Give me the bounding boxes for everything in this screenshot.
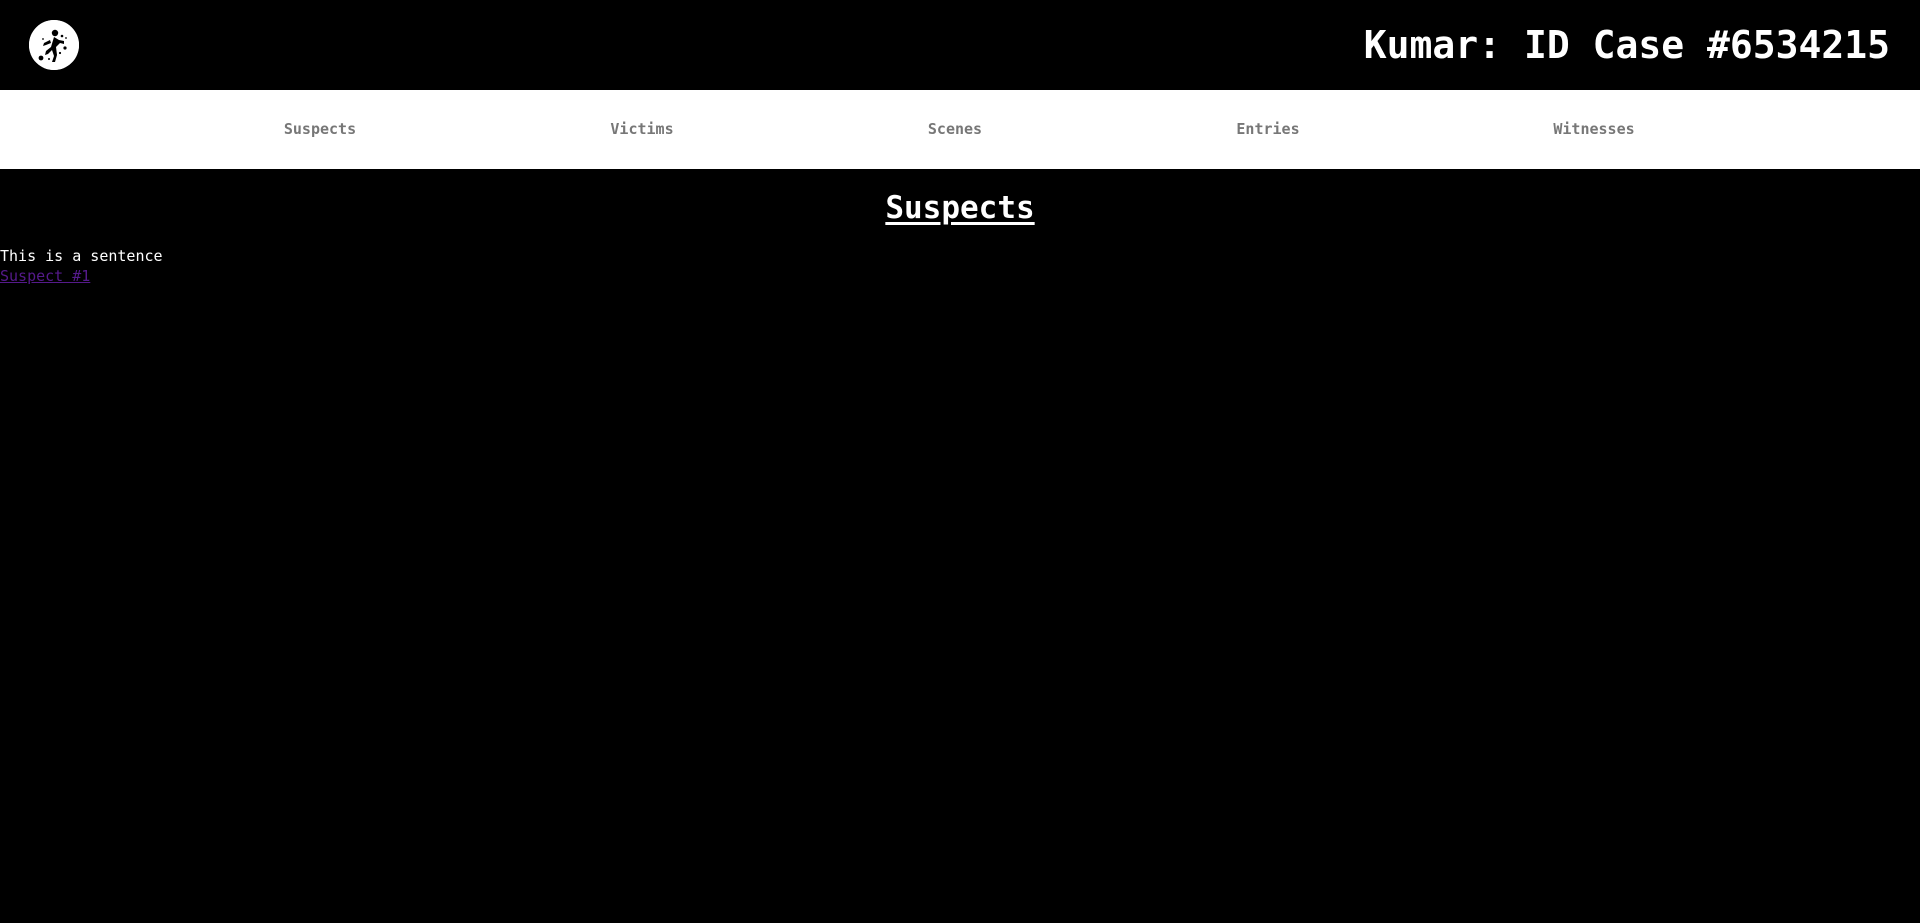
- section-heading: Suspects: [885, 190, 1035, 226]
- section-sentence: This is a sentence: [0, 247, 163, 265]
- site-header: Kumar: ID Case #6534215: [0, 0, 1920, 90]
- nav-item-scenes[interactable]: Scenes: [928, 90, 982, 169]
- suspect-link[interactable]: Suspect #1: [0, 266, 90, 286]
- nav-item-suspects[interactable]: Suspects: [284, 90, 356, 169]
- nav-item-entries[interactable]: Entries: [1236, 90, 1299, 169]
- crime-scene-figure-icon: [29, 20, 79, 70]
- main-navigation: Suspects Victims Scenes Entries Witnesse…: [0, 90, 1920, 169]
- case-title: Kumar: ID Case #6534215: [1363, 23, 1890, 67]
- nav-item-victims[interactable]: Victims: [610, 90, 673, 169]
- nav-item-witnesses[interactable]: Witnesses: [1553, 90, 1634, 169]
- site-logo[interactable]: [29, 20, 79, 70]
